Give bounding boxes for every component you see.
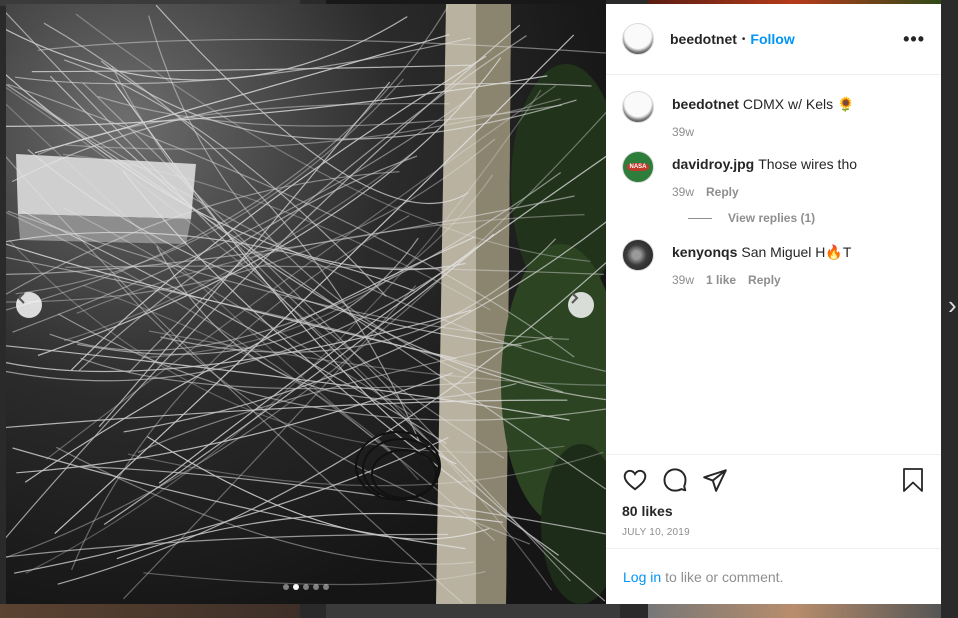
avatar[interactable] <box>622 23 654 55</box>
comment-text: Those wires tho <box>758 156 858 172</box>
post-actions: 80 likes JULY 10, 2019 <box>606 454 941 538</box>
chevron-left-icon <box>17 292 25 304</box>
avatar[interactable] <box>622 239 654 271</box>
comment-age[interactable]: 39w <box>672 125 694 139</box>
author-username[interactable]: beedotnet <box>670 31 737 47</box>
avatar[interactable]: NASA <box>622 151 654 183</box>
share-button[interactable] <box>702 467 728 493</box>
reply-button[interactable]: Reply <box>748 273 781 287</box>
comment-username[interactable]: beedotnet <box>672 96 739 112</box>
wire-line <box>15 37 471 85</box>
login-prompt-text: to like or comment. <box>665 568 784 585</box>
comment-age[interactable]: 39w <box>672 185 694 199</box>
chevron-right-icon <box>571 292 579 304</box>
like-button[interactable] <box>622 467 648 493</box>
wire-line <box>6 533 449 558</box>
wire-line <box>37 38 606 54</box>
wires-photo-illustration <box>6 4 606 604</box>
post-header: beedotnet • Follow ••• <box>606 4 941 75</box>
comment-text: CDMX w/ Kels 🌻 <box>742 96 855 112</box>
carousel-indicator <box>6 584 606 590</box>
wire-line <box>114 82 457 465</box>
comment-item: beedotnet CDMX w/ Kels 🌻 39w <box>622 91 925 139</box>
feed-thumbnail <box>326 604 620 618</box>
post-photo[interactable] <box>6 4 606 604</box>
wire-line <box>16 372 453 474</box>
carousel-dot <box>303 584 309 590</box>
next-slide-button[interactable] <box>568 292 594 318</box>
comment-item: NASA davidroy.jpg Those wires tho 39w Rep… <box>622 151 925 199</box>
view-replies-button[interactable]: View replies (1) <box>688 211 925 225</box>
carousel-dot <box>293 584 299 590</box>
comment-bubble-icon <box>663 468 687 492</box>
comment-text: San Miguel H🔥T <box>741 244 852 260</box>
comment-item: kenyonqs San Miguel H🔥T 39w 1 like Reply <box>622 239 925 287</box>
comment-button[interactable] <box>662 467 688 493</box>
view-replies-divider <box>688 217 712 219</box>
carousel-dot <box>323 584 329 590</box>
comment-likes[interactable]: 1 like <box>706 273 736 287</box>
avatar[interactable] <box>622 91 654 123</box>
comment-username[interactable]: davidroy.jpg <box>672 156 754 172</box>
junction-box <box>16 154 196 219</box>
comments-list: beedotnet CDMX w/ Kels 🌻 39w NASA davidro… <box>606 75 941 453</box>
view-replies-label: View replies (1) <box>728 211 816 225</box>
comment-username[interactable]: kenyonqs <box>672 244 737 260</box>
paper-plane-icon <box>703 469 727 492</box>
comment-age[interactable]: 39w <box>672 273 694 287</box>
carousel-dot <box>313 584 319 590</box>
save-button[interactable] <box>901 467 925 493</box>
nasa-logo-icon: NASA <box>627 163 649 171</box>
cable-coil <box>355 431 441 501</box>
wire-line <box>80 357 476 390</box>
header-separator: • <box>741 33 746 45</box>
login-prompt: Log in to like or comment. <box>606 548 941 604</box>
follow-button[interactable]: Follow <box>750 31 794 47</box>
heart-icon <box>623 469 647 491</box>
wire-line <box>21 210 447 445</box>
feed-thumbnail <box>0 604 300 618</box>
wire-line <box>155 4 469 205</box>
reply-button[interactable]: Reply <box>706 185 739 199</box>
previous-slide-button[interactable] <box>16 292 42 318</box>
login-link[interactable]: Log in <box>623 569 661 585</box>
next-post-arrow-icon[interactable]: › <box>948 290 958 320</box>
likes-count[interactable]: 80 likes <box>622 503 925 519</box>
post-side-panel: beedotnet • Follow ••• beedotnet CDMX w/ … <box>606 4 941 604</box>
feed-thumbnail <box>648 604 941 618</box>
bookmark-icon <box>903 468 923 492</box>
more-options-icon[interactable]: ••• <box>903 30 925 48</box>
post-date[interactable]: JULY 10, 2019 <box>622 527 925 538</box>
carousel-dot <box>283 584 289 590</box>
